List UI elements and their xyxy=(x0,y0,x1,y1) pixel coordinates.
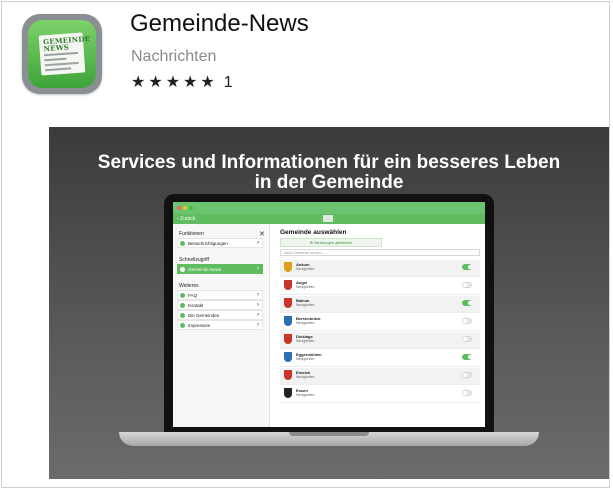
gemeinde-row: Bersenbrück Neuigkeiten xyxy=(280,314,480,331)
screenshot-banner[interactable]: Services und Informationen für ein besse… xyxy=(49,127,609,479)
close-dot-icon xyxy=(177,206,181,210)
chevron-right-icon: › xyxy=(257,292,259,298)
gemeinde-row: Emstek Neuigkeiten xyxy=(280,368,480,385)
subscribe-toggle xyxy=(462,354,472,360)
coat-of-arms-icon xyxy=(284,370,292,380)
toggle-knob xyxy=(463,373,467,377)
app-category[interactable]: Nachrichten xyxy=(131,48,216,66)
sidebar-item-faq: FAQ › xyxy=(177,290,263,300)
sidebar-section-funktionen: Funktionen xyxy=(179,231,204,237)
gemeinde-subtitle: Neuigkeiten xyxy=(296,285,315,289)
sidebar-item-die-gemeinden: Die Gemeinden › xyxy=(177,310,263,320)
gemeinde-subtitle: Neuigkeiten xyxy=(296,393,315,397)
coat-of-arms-icon xyxy=(284,316,292,326)
coat-of-arms-icon xyxy=(284,334,292,344)
toggle-knob xyxy=(468,301,472,305)
rating[interactable]: ★★★★★ 1 xyxy=(131,72,233,92)
app-title[interactable]: Gemeinde-News xyxy=(130,10,309,38)
subscribe-toggle xyxy=(462,372,472,378)
sidebar-item-benachrichtigungen: Benachrichtigungen › xyxy=(177,238,263,248)
sidebar-item-kontakt: Kontakt › xyxy=(177,300,263,310)
banner-title-line1: Services und Informationen für ein besse… xyxy=(97,152,561,173)
gemeinde-row: Angel Neuigkeiten xyxy=(280,278,480,295)
toggle-knob xyxy=(463,319,467,323)
sidebar-item-gemeinde-news: Gemeinde News › xyxy=(177,264,263,274)
info-icon xyxy=(180,313,185,318)
laptop-screen: ‹ Zurück Funktionen ✕ Benachrichtigungen… xyxy=(173,202,485,427)
gemeinde-subtitle: Neuigkeiten xyxy=(296,339,315,343)
laptop-notch xyxy=(289,432,369,436)
zoom-dot-icon xyxy=(189,206,193,210)
gemeinde-subtitle: Neuigkeiten xyxy=(296,357,315,361)
subscribe-toggle xyxy=(462,318,472,324)
bell-icon xyxy=(180,241,185,246)
coat-of-arms-icon xyxy=(284,262,292,272)
main-title: Gemeinde auswählen xyxy=(280,229,347,236)
coat-of-arms-icon xyxy=(284,352,292,362)
info-icon xyxy=(180,323,185,328)
gemeinde-row: Eggermühlen Neuigkeiten xyxy=(280,350,480,367)
toggle-knob xyxy=(463,283,467,287)
subscribe-toggle xyxy=(462,300,472,306)
minimize-dot-icon xyxy=(183,206,187,210)
app-icon[interactable]: GEMEINDE NEWS xyxy=(22,14,102,94)
gemeinde-row: Ankum Neuigkeiten xyxy=(280,260,480,277)
chevron-right-icon: › xyxy=(257,312,259,318)
chevron-right-icon: › xyxy=(257,240,259,246)
device-main-panel: Gemeinde auswählen ⊕ Meldungen aktiviere… xyxy=(270,224,485,427)
star-rating-icon: ★★★★★ xyxy=(131,74,218,91)
subscribe-toggle xyxy=(462,282,472,288)
sidebar-section-schnellzugriff: Schnellzugriff xyxy=(179,257,209,263)
coat-of-arms-icon xyxy=(284,280,292,290)
activate-notifications-button: ⊕ Meldungen aktivieren xyxy=(280,238,382,247)
close-icon: ✕ xyxy=(259,231,265,238)
app-navbar: ‹ Zurück xyxy=(173,214,485,224)
subscribe-toggle xyxy=(462,390,472,396)
flag-icon xyxy=(323,215,333,222)
rating-count: 1 xyxy=(223,74,233,91)
faq-icon xyxy=(180,293,185,298)
contact-icon xyxy=(180,303,185,308)
banner-title-line2: in der Gemeinde xyxy=(254,172,404,193)
gemeinde-row: Dinklage Neuigkeiten xyxy=(280,332,480,349)
gemeinde-row: Bakum Neuigkeiten xyxy=(280,296,480,313)
sidebar-item-impressum: Impressum › xyxy=(177,320,263,330)
app-icon-background: GEMEINDE NEWS xyxy=(28,20,96,88)
subscribe-toggle xyxy=(462,264,472,270)
coat-of-arms-icon xyxy=(284,298,292,308)
newspaper-icon: GEMEINDE NEWS xyxy=(38,32,90,76)
sidebar-section-weiteres: Weiteres xyxy=(179,283,199,289)
toggle-knob xyxy=(468,265,472,269)
subscribe-toggle xyxy=(462,336,472,342)
coat-of-arms-icon xyxy=(284,388,292,398)
banner-title: Services und Informationen für ein besse… xyxy=(49,153,609,193)
gemeinde-search-field: Nach Gemeinde suchen... xyxy=(280,249,480,256)
toggle-knob xyxy=(463,337,467,341)
chevron-right-icon: › xyxy=(257,266,259,272)
toggle-knob xyxy=(463,391,467,395)
home-icon xyxy=(180,267,185,272)
gemeinde-row: Essen Neuigkeiten xyxy=(280,386,480,403)
chevron-right-icon: › xyxy=(257,302,259,308)
back-button: ‹ Zurück xyxy=(177,216,196,222)
window-titlebar xyxy=(173,202,485,214)
gemeinde-subtitle: Neuigkeiten xyxy=(296,267,315,271)
toggle-knob xyxy=(468,355,472,359)
device-sidebar: Funktionen ✕ Benachrichtigungen › Schnel… xyxy=(173,224,270,427)
chevron-right-icon: › xyxy=(257,322,259,328)
gemeinde-subtitle: Neuigkeiten xyxy=(296,303,315,307)
gemeinde-subtitle: Neuigkeiten xyxy=(296,375,315,379)
gemeinde-subtitle: Neuigkeiten xyxy=(296,321,315,325)
icon-masthead-line2: NEWS xyxy=(43,42,70,54)
